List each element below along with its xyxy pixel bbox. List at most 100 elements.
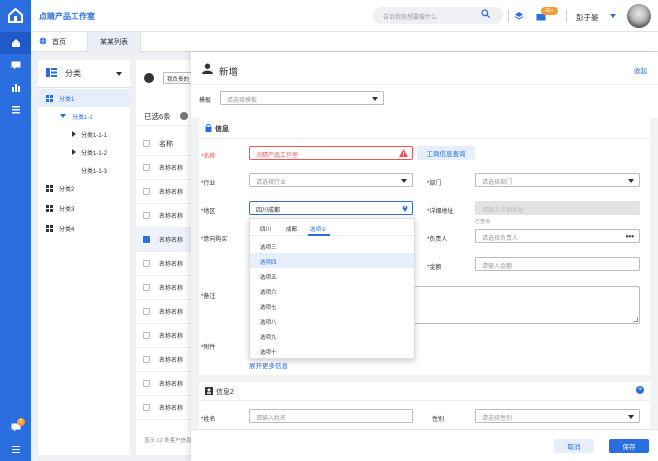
- address-input[interactable]: 请输入详细地址: [475, 201, 640, 215]
- row-checkbox[interactable]: [143, 308, 150, 315]
- owner-select[interactable]: 请选择负责人 •••: [475, 229, 640, 243]
- cancel-button[interactable]: 取消: [554, 439, 594, 453]
- search-icon[interactable]: [481, 9, 490, 20]
- row-name: 名称名称: [159, 406, 184, 412]
- table-row[interactable]: 名称名称: [136, 276, 192, 300]
- tree-item-label: 分类4: [59, 226, 75, 233]
- list-footer: 显示 12 条客户信息: [144, 438, 192, 444]
- tree-item-1-1-1[interactable]: 分类1-1-1: [38, 125, 130, 143]
- home-icon[interactable]: [0, 32, 31, 54]
- row-checkbox[interactable]: [143, 260, 150, 267]
- table-row[interactable]: 名称名称: [136, 300, 192, 324]
- list-header: 名称: [136, 132, 192, 156]
- table-row[interactable]: 名称名称: [136, 324, 192, 348]
- user-name[interactable]: 彭于晏: [576, 12, 599, 23]
- name-input[interactable]: 点睛产品工作室: [249, 146, 413, 160]
- dropdown-option[interactable]: 选项七: [250, 298, 414, 313]
- tree-header[interactable]: 分类: [38, 60, 130, 88]
- dropdown-option-active[interactable]: 选项四: [250, 253, 414, 268]
- fullname-input[interactable]: 请输入姓名: [249, 409, 413, 423]
- placeholder: 请选择性别: [482, 416, 513, 422]
- value: 四川成都: [256, 208, 281, 214]
- table-row[interactable]: 名称名称: [136, 228, 192, 252]
- row-checkbox[interactable]: [143, 236, 150, 243]
- layers-icon[interactable]: [514, 11, 524, 23]
- drawer-footer: 取消 保存: [191, 429, 658, 461]
- tab-home[interactable]: 首页: [39, 32, 87, 52]
- dropdown-tab[interactable]: 成都: [286, 225, 297, 233]
- search-icon[interactable]: [180, 112, 188, 120]
- region-cascader[interactable]: 四川成都: [249, 201, 413, 215]
- dropdown-option[interactable]: 选项六: [250, 283, 414, 298]
- contact-card-icon: [205, 387, 213, 397]
- row-checkbox[interactable]: [143, 332, 150, 339]
- tab-list[interactable]: 某某列表: [87, 32, 141, 52]
- avatar[interactable]: [627, 4, 651, 28]
- table-row[interactable]: 名称名称: [136, 252, 192, 276]
- placeholder: 请选择负责人: [482, 236, 519, 242]
- row-checkbox[interactable]: [143, 284, 150, 291]
- amount-label: *金额: [427, 265, 442, 271]
- owner-label: *负责人: [427, 237, 448, 243]
- industry-select[interactable]: 请选择行业: [249, 173, 413, 187]
- tree-item-label: 分类1: [59, 96, 75, 103]
- expand-more-link[interactable]: 展开更多信息: [249, 360, 288, 370]
- dropdown-option[interactable]: 选项三: [250, 238, 414, 253]
- business-lookup-button[interactable]: 工商信息查询: [417, 146, 475, 160]
- dropdown-option[interactable]: 选项十: [250, 343, 414, 358]
- collapse-menu-icon[interactable]: [0, 438, 31, 460]
- message-icon[interactable]: [0, 54, 31, 76]
- notification-icon[interactable]: 5: [0, 416, 31, 438]
- row-checkbox[interactable]: [143, 356, 150, 363]
- caret-right-icon: [72, 149, 76, 155]
- resize-handle-icon[interactable]: [633, 317, 638, 322]
- dropdown-tab[interactable]: 四川: [260, 225, 271, 233]
- template-select[interactable]: 请选择模板: [220, 91, 384, 105]
- tree-item-1-1-3[interactable]: 分类1-1-3: [38, 161, 130, 179]
- table-row[interactable]: 名称名称: [136, 348, 192, 372]
- row-checkbox[interactable]: [143, 380, 150, 387]
- row-checkbox[interactable]: [143, 404, 150, 411]
- tree-item-1-1-2[interactable]: 分类1-1-2: [38, 143, 130, 161]
- select-all-checkbox[interactable]: [143, 140, 150, 147]
- table-row[interactable]: 名称名称: [136, 180, 192, 204]
- value: 点睛产品工作室: [256, 153, 299, 159]
- table-row[interactable]: 名称名称: [136, 396, 192, 420]
- chevron-down-icon[interactable]: [610, 14, 616, 18]
- row-checkbox[interactable]: [143, 188, 150, 195]
- filter-icon[interactable]: [144, 73, 154, 83]
- row-name: 名称名称: [159, 166, 184, 172]
- collapse-link[interactable]: 收起: [634, 65, 647, 75]
- tree-item-1-1[interactable]: 分类1-1: [38, 107, 130, 125]
- chevron-down-icon: [401, 179, 407, 183]
- dropdown-option[interactable]: 选项九: [250, 328, 414, 343]
- drawer-title: 新增: [219, 67, 239, 78]
- list-icon[interactable]: [0, 98, 31, 120]
- amount-input[interactable]: 请输入金额: [475, 257, 640, 271]
- drawer-header: 新增 收起 模板 请选择模板: [191, 52, 658, 118]
- row-checkbox[interactable]: [143, 212, 150, 219]
- dropdown-option[interactable]: 选项五: [250, 268, 414, 283]
- save-button[interactable]: 保存: [609, 439, 649, 453]
- tree-item-2[interactable]: 分类2: [38, 179, 130, 197]
- chevron-down-icon[interactable]: [116, 72, 122, 76]
- filter-select[interactable]: 我负责的: [163, 72, 192, 84]
- table-row[interactable]: 名称名称: [136, 204, 192, 228]
- app-title: 点睛产品工作室: [39, 12, 95, 21]
- app-logo-icon: [6, 6, 25, 25]
- gender-select[interactable]: 请选择性别: [475, 409, 640, 423]
- row-name: 名称名称: [159, 334, 184, 340]
- chart-icon[interactable]: [0, 76, 31, 98]
- table-row[interactable]: 名称名称: [136, 156, 192, 180]
- row-checkbox[interactable]: [143, 164, 150, 171]
- dropdown-tab-active[interactable]: 选项②: [310, 225, 326, 233]
- table-row[interactable]: 名称名称: [136, 372, 192, 396]
- tree-item-4[interactable]: 分类4: [38, 219, 130, 237]
- add-icon[interactable]: +: [636, 386, 644, 394]
- tree-item-1[interactable]: 分类1: [38, 89, 130, 107]
- tree-item-label: 分类3: [59, 206, 75, 213]
- dept-select[interactable]: 请选择部门: [475, 173, 640, 187]
- tree-item-label: 分类2: [59, 186, 75, 193]
- dropdown-option[interactable]: 选项八: [250, 313, 414, 328]
- tree-item-3[interactable]: 分类3: [38, 199, 130, 217]
